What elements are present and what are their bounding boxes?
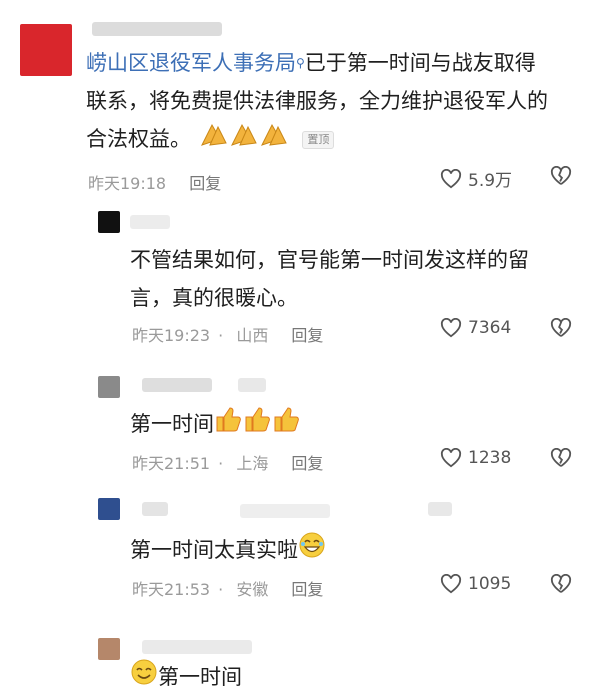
comment-item: 第一时间 昨天21:51 · 上海 回复 1238: [0, 370, 600, 480]
username-blurred: [428, 502, 452, 516]
dislike-button[interactable]: [550, 165, 572, 190]
dislike-button[interactable]: [550, 317, 572, 342]
comment-item: 崂山区退役军人事务局⚲已于第一时间与战友取得 联系，将免费提供法律服务，全力维护…: [0, 0, 600, 210]
broken-heart-icon: [550, 573, 572, 593]
comment-item: 不管结果如何，官号能第一时间发这样的留 言，真的很暖心。 昨天19:23 · 山西…: [0, 205, 600, 365]
broken-heart-icon: [550, 317, 572, 337]
comment-text-line: 言，真的很暖心。: [130, 286, 298, 310]
laughing-icon: [298, 531, 326, 571]
comment-location: 上海: [236, 454, 269, 473]
broken-heart-icon: [550, 447, 572, 467]
comment-item: 第一时间太真实啦 昨天21:53 · 安徽 回复 1095: [0, 490, 600, 610]
username-blurred: [142, 640, 252, 654]
heart-icon: [440, 168, 462, 188]
heart-icon: [440, 574, 462, 594]
comment-text-line: 第一时间太真实啦: [130, 538, 298, 562]
comment-location: 山西: [236, 326, 269, 345]
username-blurred: [142, 378, 212, 392]
comment-time: 昨天19:23: [132, 326, 211, 345]
like-button[interactable]: 5.9万: [440, 166, 512, 191]
comment-text-line: 已于第一时间与战友取得: [304, 51, 536, 75]
like-count: 1238: [468, 448, 512, 468]
comment-meta: 昨天19:18 回复: [88, 170, 239, 194]
comment-text: 第一时间: [130, 658, 580, 698]
comment-text-line: 合法权益。: [86, 127, 191, 151]
username-blurred: [240, 504, 330, 518]
avatar[interactable]: [20, 24, 72, 76]
comment-time: 昨天19:18: [88, 174, 167, 193]
comment-text: 崂山区退役军人事务局⚲已于第一时间与战友取得 联系，将免费提供法律服务，全力维护…: [86, 44, 586, 159]
avatar[interactable]: [98, 638, 120, 660]
pray-hands-icon: [198, 121, 290, 159]
comment-text: 第一时间太真实啦: [130, 531, 580, 571]
pinned-badge: 置顶: [302, 131, 335, 149]
dot-separator: ·: [218, 326, 224, 345]
comment-text-line: 不管结果如何，官号能第一时间发这样的留: [130, 248, 529, 272]
comment-location: 安徽: [236, 580, 269, 599]
like-count: 5.9万: [468, 171, 513, 191]
comment-text-line: 第一时间: [130, 412, 214, 436]
author-link[interactable]: 崂山区退役军人事务局: [86, 51, 296, 75]
reply-button[interactable]: 回复: [189, 170, 221, 194]
grin-icon: [130, 658, 158, 698]
comment-meta: 昨天21:51 · 上海 回复: [132, 450, 341, 474]
verified-badge-icon: ⚲: [296, 56, 305, 70]
comment-text-line: 联系，将免费提供法律服务，全力维护退役军人的: [86, 89, 548, 113]
comment-time: 昨天21:51: [132, 454, 211, 473]
comment-text: 不管结果如何，官号能第一时间发这样的留 言，真的很暖心。: [130, 241, 580, 317]
like-button[interactable]: 7364: [440, 318, 511, 338]
comment-meta: 昨天19:23 · 山西 回复: [132, 322, 341, 346]
reply-button[interactable]: 回复: [291, 450, 323, 474]
comment-text: 第一时间: [130, 405, 580, 445]
username-blurred: [130, 215, 170, 229]
heart-icon: [440, 318, 462, 338]
avatar[interactable]: [98, 376, 120, 398]
comment-text-line: 第一时间: [158, 665, 242, 689]
dislike-button[interactable]: [550, 573, 572, 598]
like-button[interactable]: 1095: [440, 574, 511, 594]
dot-separator: ·: [218, 580, 224, 599]
comment-time: 昨天21:53: [132, 580, 211, 599]
comment-meta: 昨天21:53 · 安徽 回复: [132, 576, 341, 600]
like-count: 1095: [468, 574, 512, 594]
dislike-button[interactable]: [550, 447, 572, 472]
heart-icon: [440, 448, 462, 468]
thumbs-up-icon: [214, 405, 300, 445]
broken-heart-icon: [550, 165, 572, 185]
username-blurred: [142, 502, 168, 516]
like-button[interactable]: 1238: [440, 448, 511, 468]
avatar[interactable]: [98, 498, 120, 520]
username-blurred: [238, 378, 266, 392]
username-blurred: [92, 22, 222, 36]
reply-button[interactable]: 回复: [291, 322, 323, 346]
avatar[interactable]: [98, 211, 120, 233]
reply-button[interactable]: 回复: [291, 576, 323, 600]
dot-separator: ·: [218, 454, 224, 473]
like-count: 7364: [468, 318, 512, 338]
comment-item: 第一时间: [0, 620, 600, 696]
